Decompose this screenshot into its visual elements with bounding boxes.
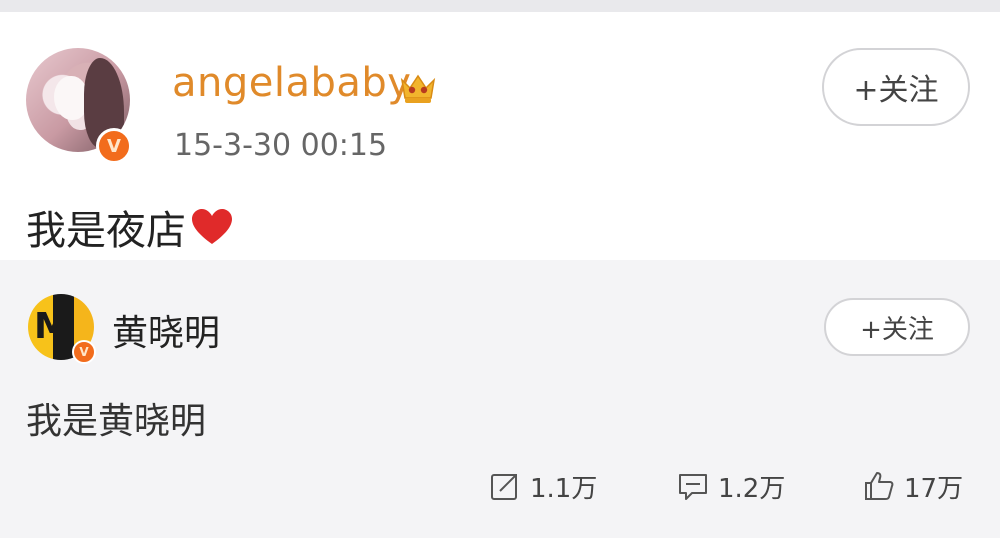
comment-count: 1.2万 xyxy=(718,473,786,504)
crown-icon xyxy=(400,74,436,103)
like-count: 17万 xyxy=(904,473,964,504)
comment-icon xyxy=(679,474,707,500)
repost-action[interactable]: 1.1万 xyxy=(488,466,597,506)
post-text-line: 我是夜店 xyxy=(26,198,234,256)
follow-button[interactable]: +关注 xyxy=(822,48,970,126)
post-username[interactable]: angelababy xyxy=(172,60,411,106)
verified-badge-icon: V xyxy=(96,128,132,164)
repost-count: 1.1万 xyxy=(530,473,598,504)
repost-username[interactable]: 黄晓明 xyxy=(112,304,220,356)
post-timestamp: 15-3-30 00:15 xyxy=(174,128,388,163)
like-icon xyxy=(865,472,894,500)
avatar-flower xyxy=(54,76,88,120)
top-divider xyxy=(0,0,1000,12)
heart-icon xyxy=(192,209,232,244)
repost-text: 我是黄晓明 xyxy=(26,401,207,442)
avatar-letter: M xyxy=(34,306,70,347)
like-action[interactable]: 17万 xyxy=(862,466,963,506)
repost-follow-button[interactable]: +关注 xyxy=(824,298,970,356)
repost-icon xyxy=(491,474,517,500)
post-text: 我是夜店 xyxy=(26,208,186,254)
comment-action[interactable]: 1.2万 xyxy=(676,466,785,506)
verified-badge-icon: V xyxy=(72,340,96,364)
